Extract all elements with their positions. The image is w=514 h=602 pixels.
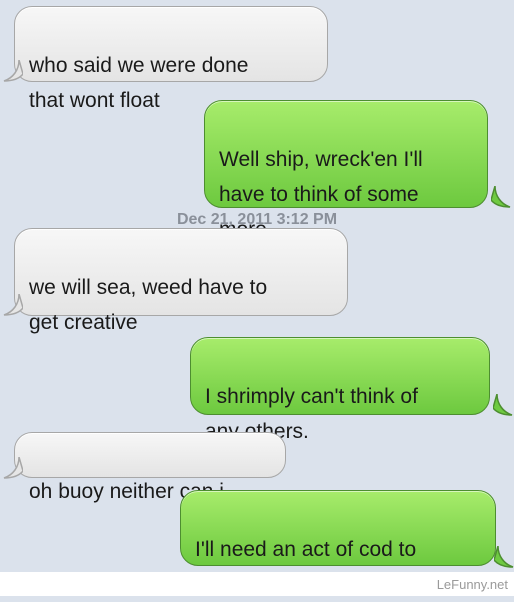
message-text: we will sea, weed have to get creative bbox=[29, 276, 268, 334]
outgoing-bubble-tail bbox=[493, 394, 513, 416]
message-bubble-outgoing[interactable]: I'll need an act of cod to think of some… bbox=[180, 490, 496, 596]
message-bubble-outgoing[interactable]: I shrimply can't think of any others. bbox=[190, 337, 490, 443]
watermark: LeFunny.net bbox=[436, 577, 508, 592]
outgoing-bubble-tail bbox=[491, 186, 511, 208]
message-timestamp: Dec 21, 2011 3:12 PM bbox=[176, 211, 338, 228]
message-bubble-outgoing[interactable]: Well ship, wreck'en I'll have to think o… bbox=[204, 100, 488, 241]
message-bubble-incoming[interactable]: oh buoy neither can i bbox=[14, 432, 286, 503]
outgoing-bubble-tail bbox=[494, 546, 514, 568]
incoming-bubble-tail bbox=[3, 294, 23, 316]
incoming-bubble-tail bbox=[3, 457, 23, 479]
message-bubble-incoming[interactable]: we will sea, weed have to get creative bbox=[14, 228, 348, 334]
message-bubble-incoming[interactable]: who said we were done that wont float bbox=[14, 6, 328, 112]
incoming-bubble-tail bbox=[3, 60, 23, 82]
